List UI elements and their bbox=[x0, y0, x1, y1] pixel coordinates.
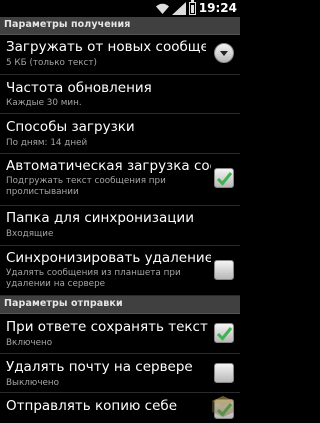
pref-send-copy-to-self[interactable]: Отправлять копию себе bbox=[0, 393, 240, 423]
section-title-receive: Параметры получения bbox=[4, 19, 131, 30]
pref-subtitle-line-1: Удалять сообщения из планшета при bbox=[6, 268, 181, 278]
pref-update-frequency[interactable]: Частота обновления Каждые 30 мин. bbox=[0, 75, 240, 114]
status-time: 19:24 bbox=[198, 1, 237, 15]
watermark-cube-icon bbox=[212, 396, 234, 417]
pref-title: Удалять почту на сервере bbox=[6, 359, 193, 375]
status-bar: 19:24 bbox=[0, 0, 240, 17]
pref-subtitle: По дням: 14 дней bbox=[6, 138, 88, 148]
section-header-send: Параметры отправки bbox=[0, 296, 240, 314]
battery-icon bbox=[189, 0, 196, 15]
pref-title: Отправлять копию себе bbox=[6, 398, 178, 414]
pref-title: Автоматическая загрузка сообщ bbox=[6, 158, 211, 174]
checkbox-delete-mail-on-server[interactable] bbox=[214, 363, 234, 383]
checkmark-icon bbox=[216, 327, 233, 341]
pref-title: Загружать от новых сообщений bbox=[6, 39, 206, 55]
pref-save-text-on-reply[interactable]: При ответе сохранять текст исх Включено bbox=[0, 314, 240, 354]
pref-sync-folder[interactable]: Папка для синхронизации Входящие bbox=[0, 206, 240, 246]
pref-title: При ответе сохранять текст исх bbox=[6, 319, 211, 335]
pref-subtitle: Каждые 30 мин. bbox=[6, 98, 82, 108]
pref-download-methods[interactable]: Способы загрузки По дням: 14 дней bbox=[0, 114, 240, 154]
pref-auto-download[interactable]: Автоматическая загрузка сообщ Подгружать… bbox=[0, 154, 240, 206]
pref-title: Способы загрузки bbox=[6, 119, 135, 135]
pref-subtitle: 5 КБ (только текст) bbox=[6, 58, 97, 68]
pref-delete-mail-on-server[interactable]: Удалять почту на сервере Выключено bbox=[0, 354, 240, 393]
wifi-icon bbox=[156, 3, 169, 14]
checkbox-auto-download[interactable] bbox=[214, 168, 234, 188]
pref-subtitle: Включено bbox=[6, 338, 53, 348]
checkbox-sync-deletion[interactable] bbox=[214, 260, 234, 280]
pref-title: Синхронизировать удаление эл bbox=[6, 250, 211, 266]
pref-subtitle: Входящие bbox=[6, 229, 54, 239]
checkbox-save-text-on-reply[interactable] bbox=[214, 323, 234, 343]
section-header-receive: Параметры получения bbox=[0, 17, 240, 35]
pref-subtitle-line-1: Подгружать текст сообщения при bbox=[6, 176, 166, 186]
signal-icon bbox=[172, 2, 186, 15]
pref-title: Папка для синхронизации bbox=[6, 210, 194, 226]
pref-subtitle-line-2: удалении на сервере bbox=[6, 279, 106, 289]
pref-download-from-new-messages[interactable]: Загружать от новых сообщений 5 КБ (тольк… bbox=[0, 35, 240, 75]
chevron-down-icon[interactable] bbox=[214, 43, 234, 63]
pref-sync-deletion[interactable]: Синхронизировать удаление эл Удалять соо… bbox=[0, 246, 240, 296]
section-title-send: Параметры отправки bbox=[4, 298, 123, 309]
pref-title: Частота обновления bbox=[6, 80, 152, 96]
pref-subtitle: Выключено bbox=[6, 378, 60, 388]
pref-subtitle-line-2: пролистывании bbox=[6, 187, 79, 197]
checkmark-icon bbox=[216, 172, 233, 186]
